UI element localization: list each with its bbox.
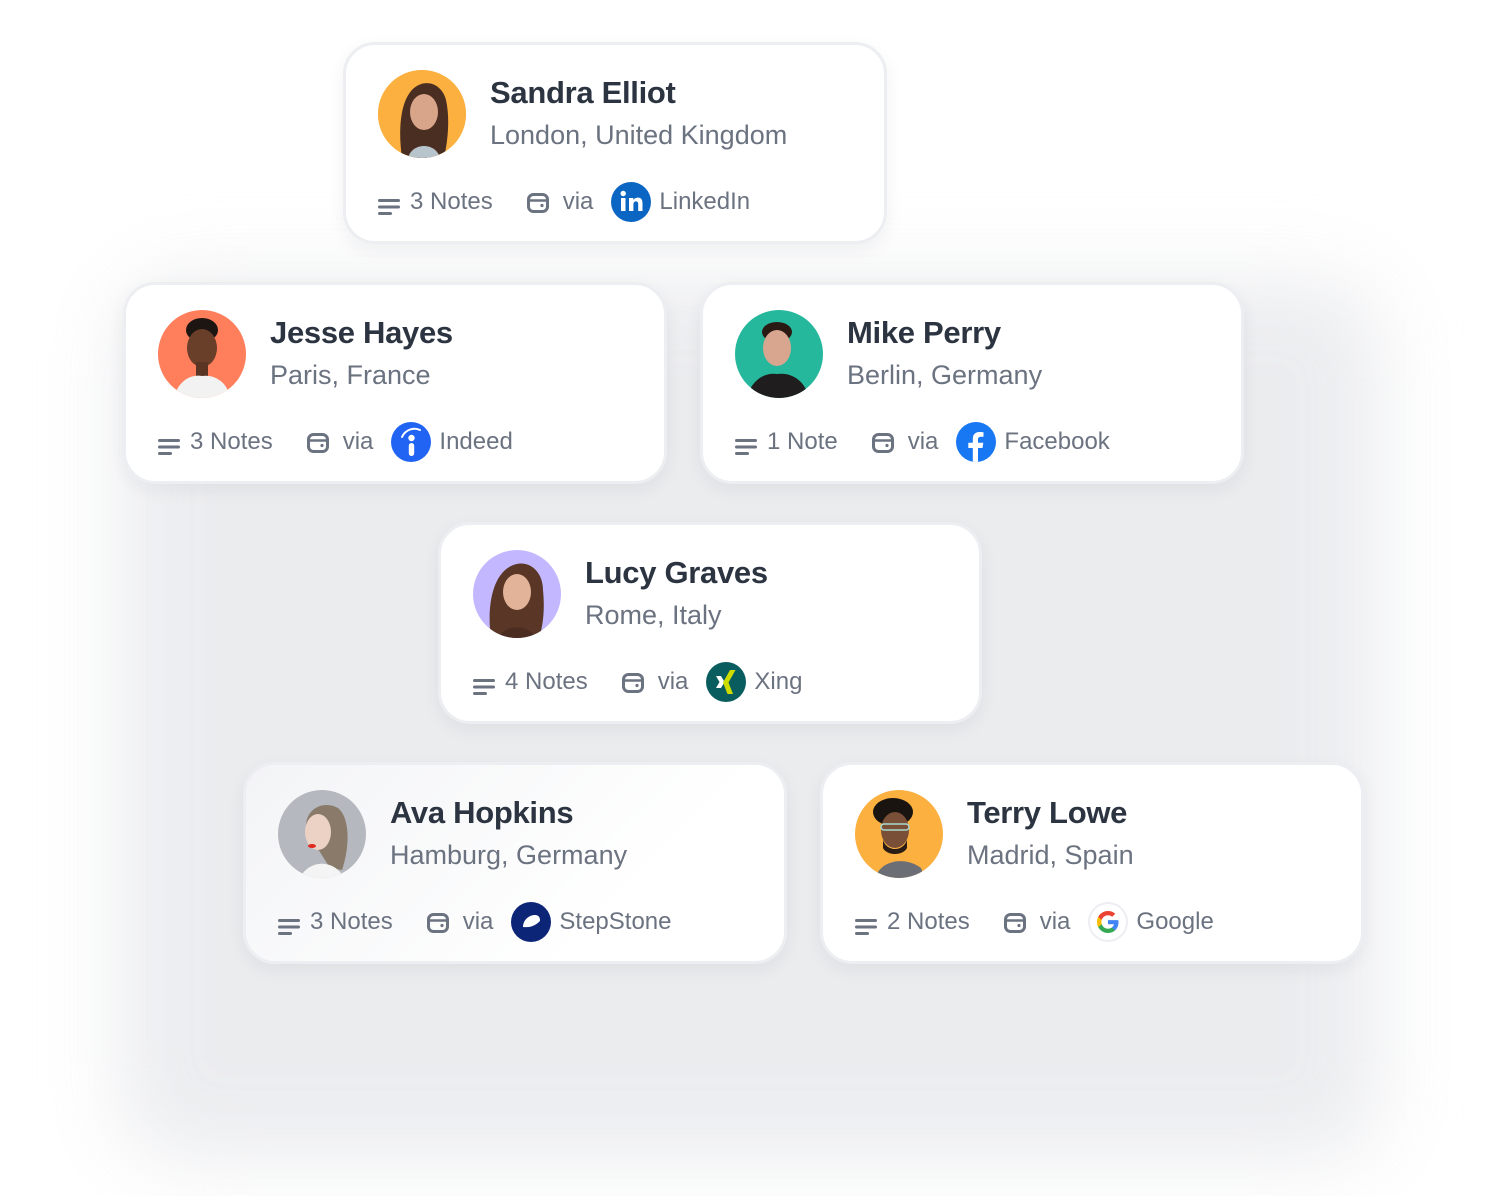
avatar bbox=[378, 70, 466, 158]
google-icon bbox=[1088, 902, 1129, 942]
card-meta: 4 Notes via Xing bbox=[473, 661, 802, 703]
avatar bbox=[278, 790, 366, 878]
notes-count[interactable]: 3 Notes bbox=[410, 188, 493, 216]
via-label: via bbox=[342, 428, 374, 455]
avatar bbox=[855, 790, 943, 878]
card-meta: 3 Notes via Indeed bbox=[158, 421, 513, 463]
candidate-location: Berlin, Germany bbox=[847, 360, 1043, 390]
card-meta: 1 Note via Facebook bbox=[735, 421, 1110, 463]
candidate-card[interactable]: Sandra Elliot London, United Kingdom 3 N… bbox=[343, 42, 887, 244]
avatar bbox=[158, 310, 246, 398]
notes-icon bbox=[158, 434, 180, 455]
via-label: via bbox=[1039, 908, 1071, 935]
candidate-card[interactable]: Mike Perry Berlin, Germany 1 Note via Fa… bbox=[700, 282, 1244, 484]
notes-icon bbox=[278, 914, 300, 935]
candidate-card[interactable]: Lucy Graves Rome, Italy 4 Notes via Xing bbox=[438, 522, 982, 724]
wallet-icon bbox=[426, 912, 449, 933]
avatar bbox=[735, 310, 823, 398]
wallet-icon bbox=[526, 192, 549, 213]
candidate-card[interactable]: Terry Lowe Madrid, Spain 2 Notes via Goo… bbox=[820, 762, 1364, 964]
candidate-location: London, United Kingdom bbox=[490, 120, 788, 150]
card-meta: 2 Notes via Google bbox=[855, 901, 1214, 943]
notes-count[interactable]: 4 Notes bbox=[505, 668, 588, 696]
source-name[interactable]: Facebook bbox=[1004, 428, 1109, 456]
notes-count[interactable]: 3 Notes bbox=[190, 428, 273, 456]
via-label: via bbox=[657, 668, 689, 695]
candidate-location: Rome, Italy bbox=[585, 600, 722, 630]
linkedin-icon bbox=[611, 182, 652, 222]
source-name[interactable]: Indeed bbox=[439, 428, 512, 456]
candidate-name: Lucy Graves bbox=[585, 555, 768, 590]
candidate-card[interactable]: Jesse Hayes Paris, France 3 Notes via In… bbox=[123, 282, 667, 484]
card-meta: 3 Notes via LinkedIn bbox=[378, 181, 750, 223]
source-name[interactable]: StepStone bbox=[559, 908, 671, 936]
source-name[interactable]: Google bbox=[1136, 908, 1213, 936]
notes-count[interactable]: 2 Notes bbox=[887, 908, 970, 936]
candidate-name: Sandra Elliot bbox=[490, 75, 676, 110]
candidate-location: Madrid, Spain bbox=[967, 840, 1134, 870]
card-meta: 3 Notes via StepStone bbox=[278, 901, 672, 943]
facebook-icon bbox=[956, 422, 997, 462]
notes-icon bbox=[855, 914, 877, 935]
notes-icon bbox=[473, 674, 495, 695]
candidate-location: Paris, France bbox=[270, 360, 431, 390]
via-label: via bbox=[462, 908, 494, 935]
stepstone-icon bbox=[511, 902, 552, 942]
source-name[interactable]: Xing bbox=[754, 668, 802, 696]
source-name[interactable]: LinkedIn bbox=[659, 188, 750, 216]
wallet-icon bbox=[871, 432, 894, 453]
wallet-icon bbox=[306, 432, 329, 453]
wallet-icon bbox=[1003, 912, 1026, 933]
candidate-name: Ava Hopkins bbox=[390, 795, 574, 830]
candidate-name: Jesse Hayes bbox=[270, 315, 453, 350]
candidate-name: Terry Lowe bbox=[967, 795, 1128, 830]
wallet-icon bbox=[621, 672, 644, 693]
candidate-location: Hamburg, Germany bbox=[390, 840, 628, 870]
indeed-icon bbox=[391, 422, 432, 462]
candidate-name: Mike Perry bbox=[847, 315, 1001, 350]
notes-icon bbox=[735, 434, 757, 455]
via-label: via bbox=[907, 428, 939, 455]
xing-icon bbox=[706, 662, 747, 702]
avatar bbox=[473, 550, 561, 638]
via-label: via bbox=[562, 188, 594, 215]
candidate-card[interactable]: Ava Hopkins Hamburg, Germany 3 Notes via… bbox=[243, 762, 787, 964]
notes-count[interactable]: 3 Notes bbox=[310, 908, 393, 936]
notes-count[interactable]: 1 Note bbox=[767, 428, 838, 456]
notes-icon bbox=[378, 194, 400, 215]
